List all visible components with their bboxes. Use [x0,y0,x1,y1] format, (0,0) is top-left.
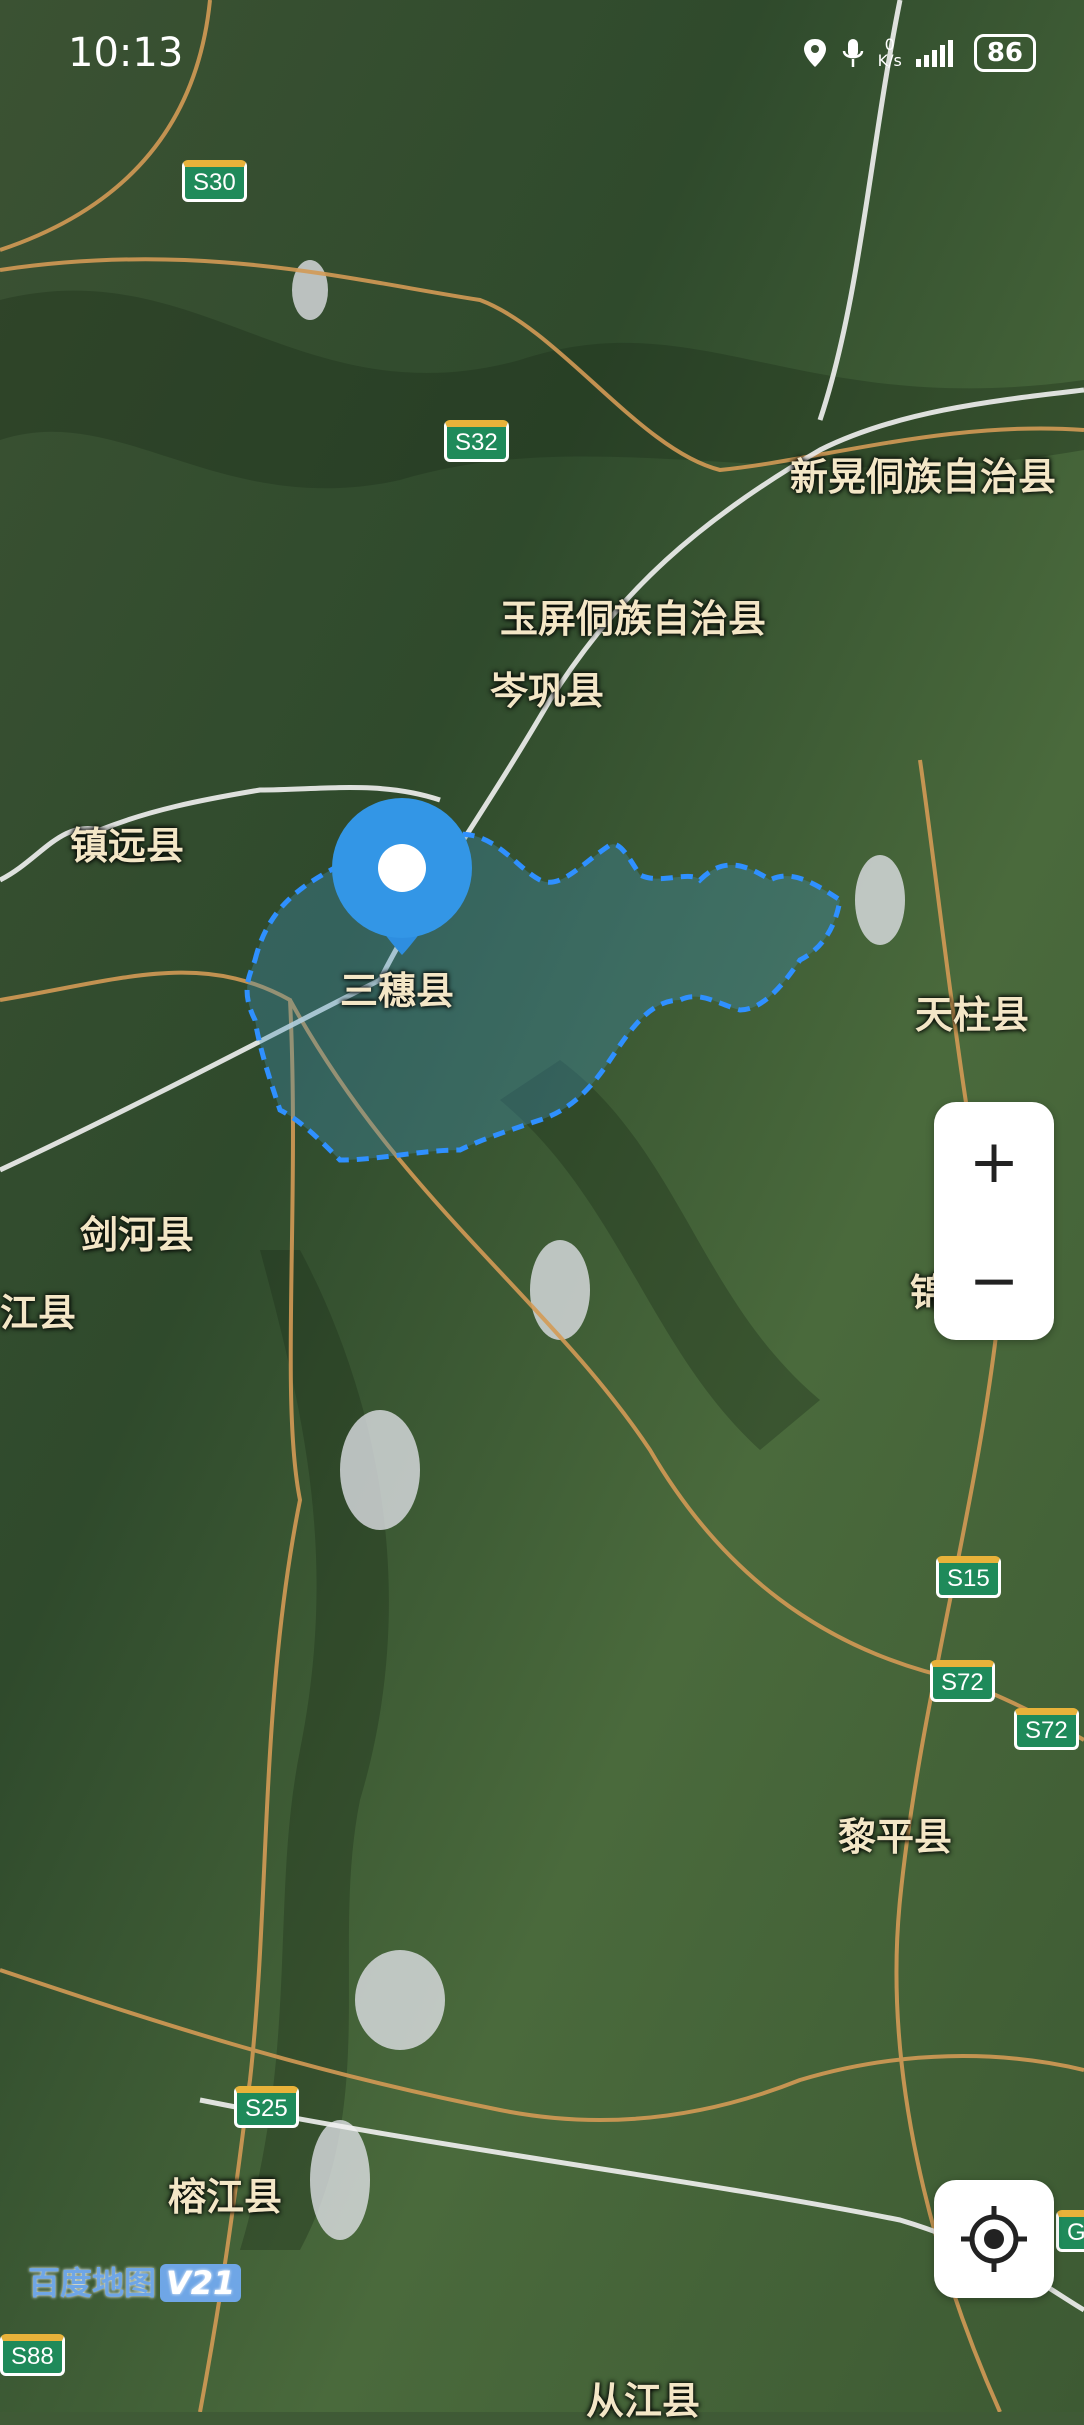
microphone-icon [842,39,863,67]
road-shield: S72 [1014,1708,1079,1750]
place-label[interactable]: 黎平县 [838,1806,952,1861]
locate-button[interactable] [934,2180,1054,2298]
road-shield: G [1056,2210,1084,2252]
location-icon [803,39,826,67]
place-label[interactable]: 玉屏侗族自治县 [500,588,766,643]
target-icon [961,2206,1027,2272]
place-label[interactable]: 岑巩县 [490,660,604,715]
zoom-out-button[interactable]: − [934,1221,1054,1340]
place-label[interactable]: 江县 [0,1282,76,1337]
network-speed-unit: K/s [877,51,902,70]
brand-name: 百度地图 [28,2264,157,2302]
status-icons: 0 K/s 86 [802,34,1036,72]
status-bar: 10:13 0 K/s 86 [0,0,1084,110]
road-shield: S32 [444,420,509,462]
zoom-in-button[interactable]: + [934,1102,1054,1221]
place-label[interactable]: 榕江县 [168,2166,282,2221]
place-label[interactable]: 天柱县 [915,984,1029,1039]
road-shield: S30 [182,160,247,202]
battery-indicator: 86 [973,34,1036,72]
place-label[interactable]: 新晃侗族自治县 [790,446,1056,501]
signal-icon [915,40,953,67]
network-speed: 0 K/s [878,37,902,69]
selected-place-label[interactable]: 三穗县 [340,960,454,1015]
road-shield: S15 [936,1556,1001,1598]
brand-version: V21 [160,2264,242,2302]
place-label[interactable]: 剑河县 [80,1204,194,1259]
zoom-control: + − [934,1102,1054,1340]
baidu-map-logo: 百度地图 V21 [28,2258,242,2304]
road-shield: S25 [234,2086,299,2128]
place-label[interactable]: 从江县 [586,2370,700,2425]
road-shield: S88 [0,2334,65,2376]
status-time: 10:13 [68,30,184,76]
place-label[interactable]: 镇远县 [70,815,184,870]
road-shield: S72 [930,1660,995,1702]
